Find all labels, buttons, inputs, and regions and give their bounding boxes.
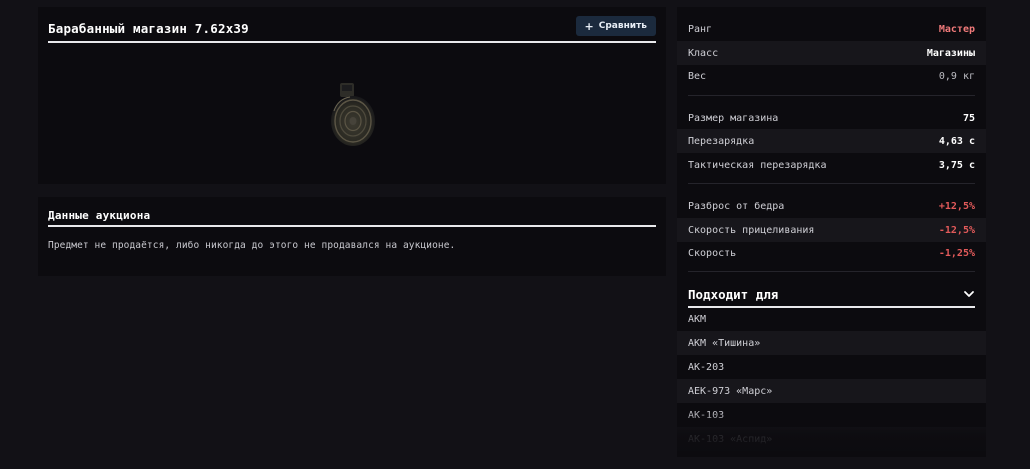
stats-panel: Ранг Мастер Класс Магазины Вес 0,9 кг Ра… [677,7,986,457]
drum-magazine-image [331,83,375,146]
page: Барабанный магазин 7.62x39 + Сравнить Да… [0,0,1030,469]
stat-value: +12,5% [938,200,975,212]
stat-label: Перезарядка [688,135,755,147]
stat-label: Тактическая перезарядка [688,159,827,171]
fits-item-label: АКМ «Тишина» [688,337,761,349]
stat-row-rank: Ранг Мастер [677,17,986,41]
auction-status-text: Предмет не продаётся, либо никогда до эт… [48,240,456,251]
fits-item-label: АК-103 [688,409,725,421]
fits-item-label: АЕК-973 «Марс» [688,385,773,397]
stat-row-speed: Скорость -1,25% [677,241,986,265]
fits-item[interactable]: АЕК-973 «Марс» [677,379,986,403]
stat-value: Мастер [938,23,975,35]
divider [688,95,975,96]
stat-row-mag-size: Размер магазина 75 [677,106,986,130]
compare-button[interactable]: + Сравнить [575,16,656,36]
fits-title: Подходит для [688,286,779,302]
plus-icon: + [584,19,594,33]
stat-label: Скорость [688,247,737,259]
stat-value: 75 [962,112,975,124]
stat-row-class: Класс Магазины [677,41,986,65]
stat-label: Разброс от бедра [688,200,785,212]
item-header: Барабанный магазин 7.62x39 + Сравнить [48,15,656,43]
stat-value: Магазины [926,47,975,59]
stat-row-hip-spread: Разброс от бедра +12,5% [677,194,986,218]
stat-value: 3,75 с [938,159,975,171]
stat-label: Ранг [688,23,713,35]
divider [688,271,975,272]
stat-label: Скорость прицеливания [688,224,815,236]
stat-label: Вес [688,70,707,82]
stat-row-weight: Вес 0,9 кг [677,64,986,88]
fits-item-label: АК-103 «Аспид» [688,433,773,445]
fits-item[interactable]: АКМ «Тишина» [677,331,986,355]
divider [688,183,975,184]
stat-value: 4,63 с [938,135,975,147]
compare-button-label: Сравнить [598,21,647,31]
fits-item[interactable]: АКМ [677,307,986,331]
stat-value: -1,25% [938,247,975,259]
stat-label: Класс [688,47,719,59]
fits-item-label: АК-203 [688,361,725,373]
stat-row-reload: Перезарядка 4,63 с [677,129,986,153]
fits-item[interactable]: АК-103 [677,403,986,427]
stat-row-aim-speed: Скорость прицеливания -12,5% [677,218,986,242]
stat-label: Размер магазина [688,112,779,124]
chevron-down-icon[interactable] [963,288,975,300]
stat-value: -12,5% [938,224,975,236]
item-title: Барабанный магазин 7.62x39 [48,20,249,36]
fits-item-label: АКМ [688,313,707,325]
fits-header[interactable]: Подходит для [688,282,975,308]
fits-item[interactable]: АК-203 [677,355,986,379]
item-panel: Барабанный магазин 7.62x39 + Сравнить [38,7,666,184]
stat-value: 0,9 кг [938,70,975,82]
fits-item[interactable]: АК-103 «Аспид» [677,427,986,451]
stat-row-tactical-reload: Тактическая перезарядка 3,75 с [677,153,986,177]
auction-header: Данные аукциона [48,205,656,227]
auction-panel: Данные аукциона Предмет не продаётся, ли… [38,197,666,276]
auction-title: Данные аукциона [48,208,151,222]
